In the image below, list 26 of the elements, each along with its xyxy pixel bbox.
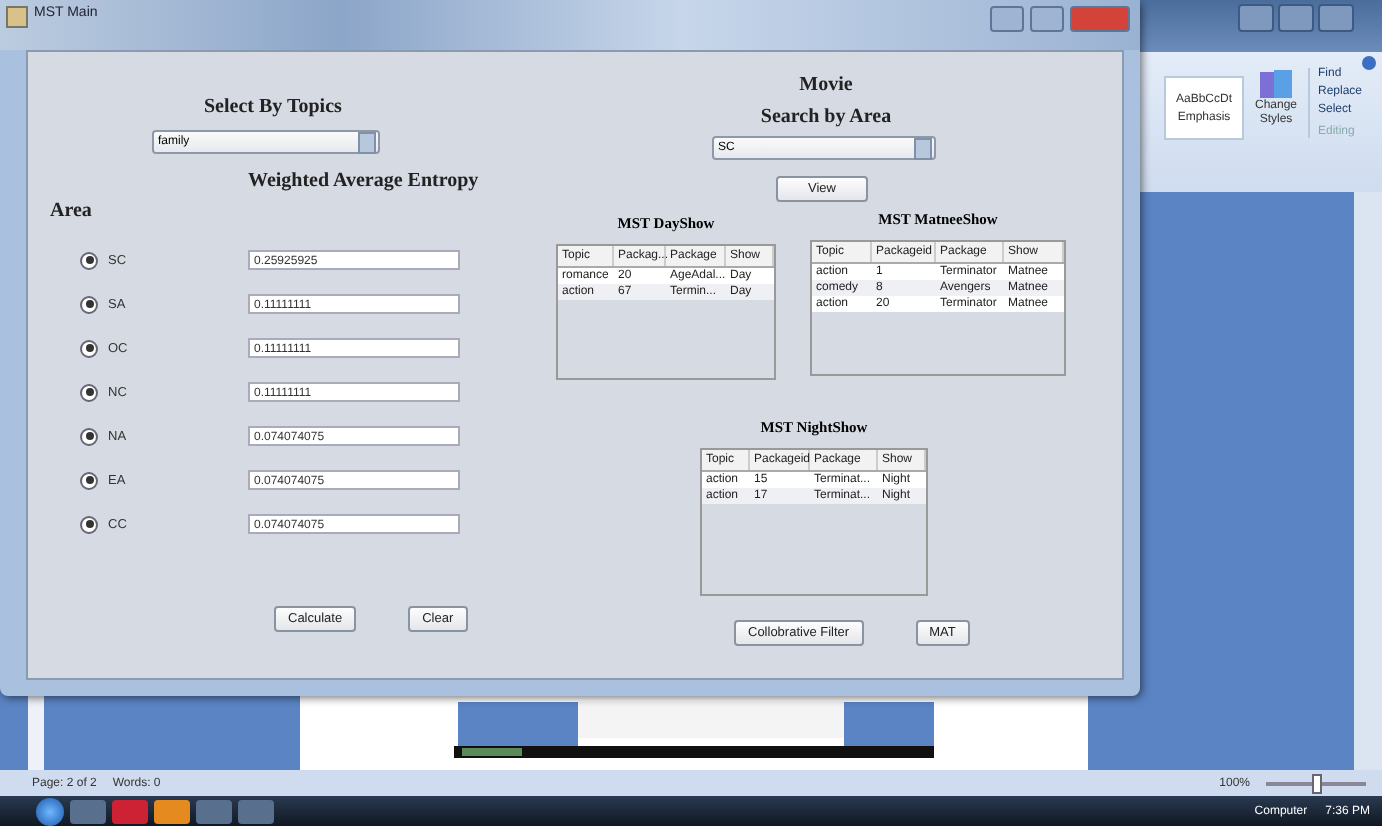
section-heading: Movie xyxy=(797,74,855,96)
section-heading: Weighted Average Entropy xyxy=(248,170,481,192)
radio-button[interactable] xyxy=(80,251,98,269)
section-heading: Area xyxy=(50,200,94,222)
section-heading: Search by Area xyxy=(758,106,894,128)
minimize-button[interactable] xyxy=(990,6,1024,32)
scrollbar[interactable] xyxy=(1354,192,1382,770)
app-icon[interactable] xyxy=(196,799,232,823)
styles-icon xyxy=(1258,68,1294,100)
slider-thumb[interactable] xyxy=(1312,773,1322,793)
start-button[interactable] xyxy=(36,797,64,825)
app-icon xyxy=(6,6,28,28)
radio-button[interactable] xyxy=(80,471,98,489)
radio-button[interactable] xyxy=(80,295,98,313)
radio-button[interactable] xyxy=(80,383,98,401)
radio-button[interactable] xyxy=(80,339,98,357)
radio-button[interactable] xyxy=(80,515,98,533)
help-icon[interactable] xyxy=(1362,56,1376,70)
app-icon[interactable] xyxy=(238,799,274,823)
section-heading: Select By Topics xyxy=(204,96,344,118)
minimize-button[interactable] xyxy=(1238,4,1274,32)
app-icon[interactable] xyxy=(112,799,148,823)
maximize-button[interactable] xyxy=(1030,6,1064,32)
radio-button[interactable] xyxy=(80,427,98,445)
maximize-button[interactable] xyxy=(1278,4,1314,32)
close-button[interactable] xyxy=(1318,4,1354,32)
